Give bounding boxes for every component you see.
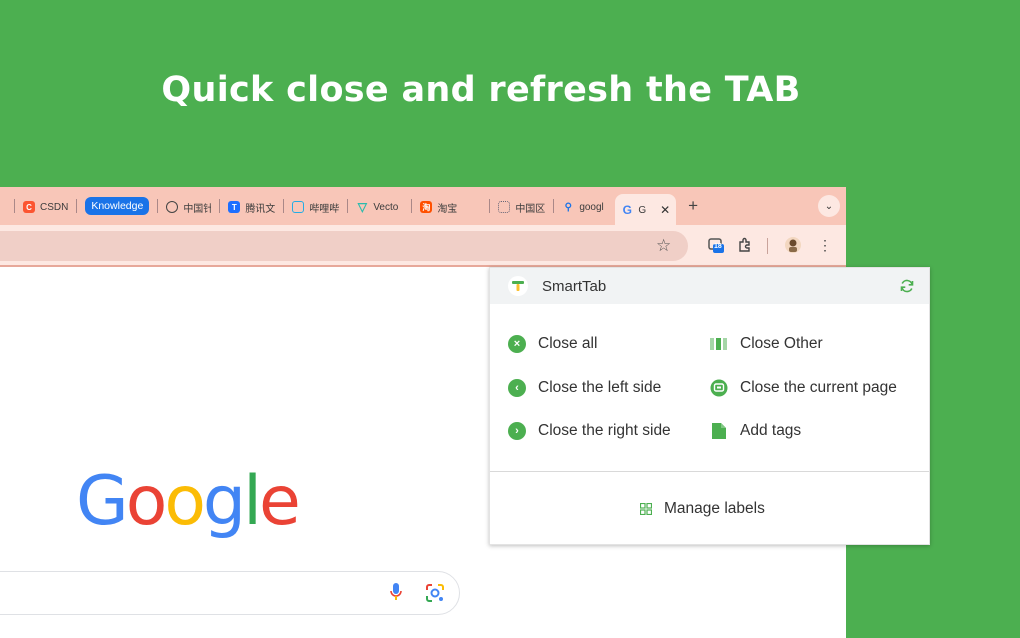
- logo-letter: e: [259, 462, 301, 541]
- tab-google-search[interactable]: ⚲ googl: [556, 194, 615, 220]
- bilibili-icon: [292, 201, 305, 213]
- tab-zhongguoqu[interactable]: 中国区: [492, 194, 551, 220]
- tab-bilibili[interactable]: 哔哩哔: [286, 194, 345, 220]
- tencent-docs-icon: T: [228, 201, 241, 213]
- google-logo: Google: [76, 462, 301, 541]
- tab-group-knowledge[interactable]: Knowledge: [85, 197, 150, 215]
- bookmark-star-icon[interactable]: ☆: [656, 236, 671, 256]
- profile-avatar[interactable]: [783, 235, 803, 255]
- search-icon: ⚲: [564, 201, 572, 213]
- microphone-icon[interactable]: [389, 582, 403, 607]
- grid-icon: [640, 503, 652, 515]
- close-current-page-icon: [710, 379, 728, 397]
- tag-file-icon: [710, 422, 728, 440]
- address-bar[interactable]: ☆: [0, 231, 688, 261]
- close-current-button[interactable]: Close the current page: [710, 379, 897, 397]
- tab-zhongguo[interactable]: 中国针: [160, 194, 217, 220]
- tab-label: 中国针: [183, 203, 212, 215]
- tab-google-active[interactable]: G G ✕: [615, 194, 677, 226]
- refresh-icon[interactable]: [899, 278, 915, 299]
- manage-labels-button[interactable]: Manage labels: [640, 500, 765, 518]
- close-left-label: Close the left side: [538, 379, 662, 396]
- tab-label: 淘宝: [437, 203, 458, 215]
- tab-label: G: [638, 204, 647, 216]
- extensions-puzzle-icon[interactable]: [735, 235, 755, 255]
- vector-icon: ▽: [357, 200, 367, 214]
- chevron-right-icon: ›: [508, 422, 526, 440]
- csdn-icon: C: [23, 201, 35, 213]
- target-icon: [166, 201, 179, 213]
- close-right-label: Close the right side: [538, 422, 671, 439]
- popup-divider: [490, 471, 929, 472]
- tab-separator: [411, 199, 413, 213]
- headline: Quick close and refresh the TAB: [161, 70, 801, 110]
- toolbar-divider: [767, 238, 768, 254]
- close-other-icon: [710, 335, 728, 353]
- popup-title: SmartTab: [542, 277, 607, 295]
- close-other-button[interactable]: Close Other: [710, 335, 823, 353]
- tab-label: CSDN: [40, 201, 69, 213]
- extension-badge: 18: [714, 243, 722, 250]
- popup-header: SmartTab: [490, 268, 929, 304]
- logo-letter: g: [202, 462, 246, 541]
- tab-separator: [219, 199, 221, 213]
- tab-label: Vecto: [373, 201, 399, 213]
- tab-tencent-docs[interactable]: T 腾讯文: [222, 194, 281, 220]
- tab-partial[interactable]: [0, 194, 12, 220]
- add-tags-label: Add tags: [740, 422, 802, 439]
- tab-strip: C CSDN Knowledge 中国针 T 腾讯文 哔哩哔 ▽ Vecto 淘…: [0, 187, 846, 226]
- tab-separator: [347, 199, 349, 213]
- chevron-left-icon: ‹: [508, 379, 526, 397]
- logo-letter: o: [125, 462, 168, 541]
- taobao-icon: 淘: [420, 201, 433, 213]
- smarttab-popup: SmartTab × Close all Close Other ‹ Close…: [489, 267, 930, 545]
- close-right-button[interactable]: › Close the right side: [508, 422, 671, 440]
- tab-csdn[interactable]: C CSDN: [17, 194, 74, 220]
- tab-vector[interactable]: ▽ Vecto: [350, 194, 409, 220]
- close-all-button[interactable]: × Close all: [508, 335, 597, 353]
- close-left-button[interactable]: ‹ Close the left side: [508, 379, 661, 397]
- chevron-down-icon: ⌄: [824, 200, 834, 212]
- google-icon: G: [622, 203, 632, 217]
- tab-separator: [489, 199, 491, 213]
- close-tab-icon[interactable]: ✕: [660, 203, 670, 217]
- grid-icon: [498, 201, 511, 213]
- tab-separator: [157, 199, 159, 213]
- tab-label: 腾讯文: [245, 203, 276, 215]
- close-other-label: Close Other: [740, 335, 823, 352]
- manage-labels-label: Manage labels: [664, 500, 765, 517]
- logo-letter: o: [164, 462, 206, 541]
- smarttab-logo-icon: [508, 276, 528, 296]
- toolbar: ☆ 18 ⋮: [0, 225, 846, 265]
- tab-taobao[interactable]: 淘 淘宝: [414, 194, 487, 220]
- close-current-label: Close the current page: [740, 379, 897, 396]
- smarttab-extension-icon[interactable]: 18: [706, 235, 726, 255]
- logo-letter: l: [243, 462, 262, 541]
- tab-separator: [553, 199, 555, 213]
- google-lens-icon[interactable]: [425, 583, 445, 608]
- google-search-input[interactable]: [0, 571, 460, 615]
- tab-separator: [76, 199, 78, 213]
- close-circle-icon: ×: [508, 335, 526, 353]
- more-menu-icon[interactable]: ⋮: [815, 235, 835, 255]
- logo-letter: G: [76, 462, 129, 541]
- tab-label: 哔哩哔: [309, 203, 340, 215]
- tab-search-button[interactable]: ⌄: [818, 195, 840, 217]
- close-all-label: Close all: [538, 335, 598, 352]
- new-tab-button[interactable]: +: [688, 196, 698, 216]
- tab-separator: [283, 199, 285, 213]
- add-tags-button[interactable]: Add tags: [710, 422, 801, 440]
- tab-label: googl: [579, 201, 604, 213]
- tab-label: 中国区: [515, 203, 546, 215]
- tab-separator: [14, 199, 15, 213]
